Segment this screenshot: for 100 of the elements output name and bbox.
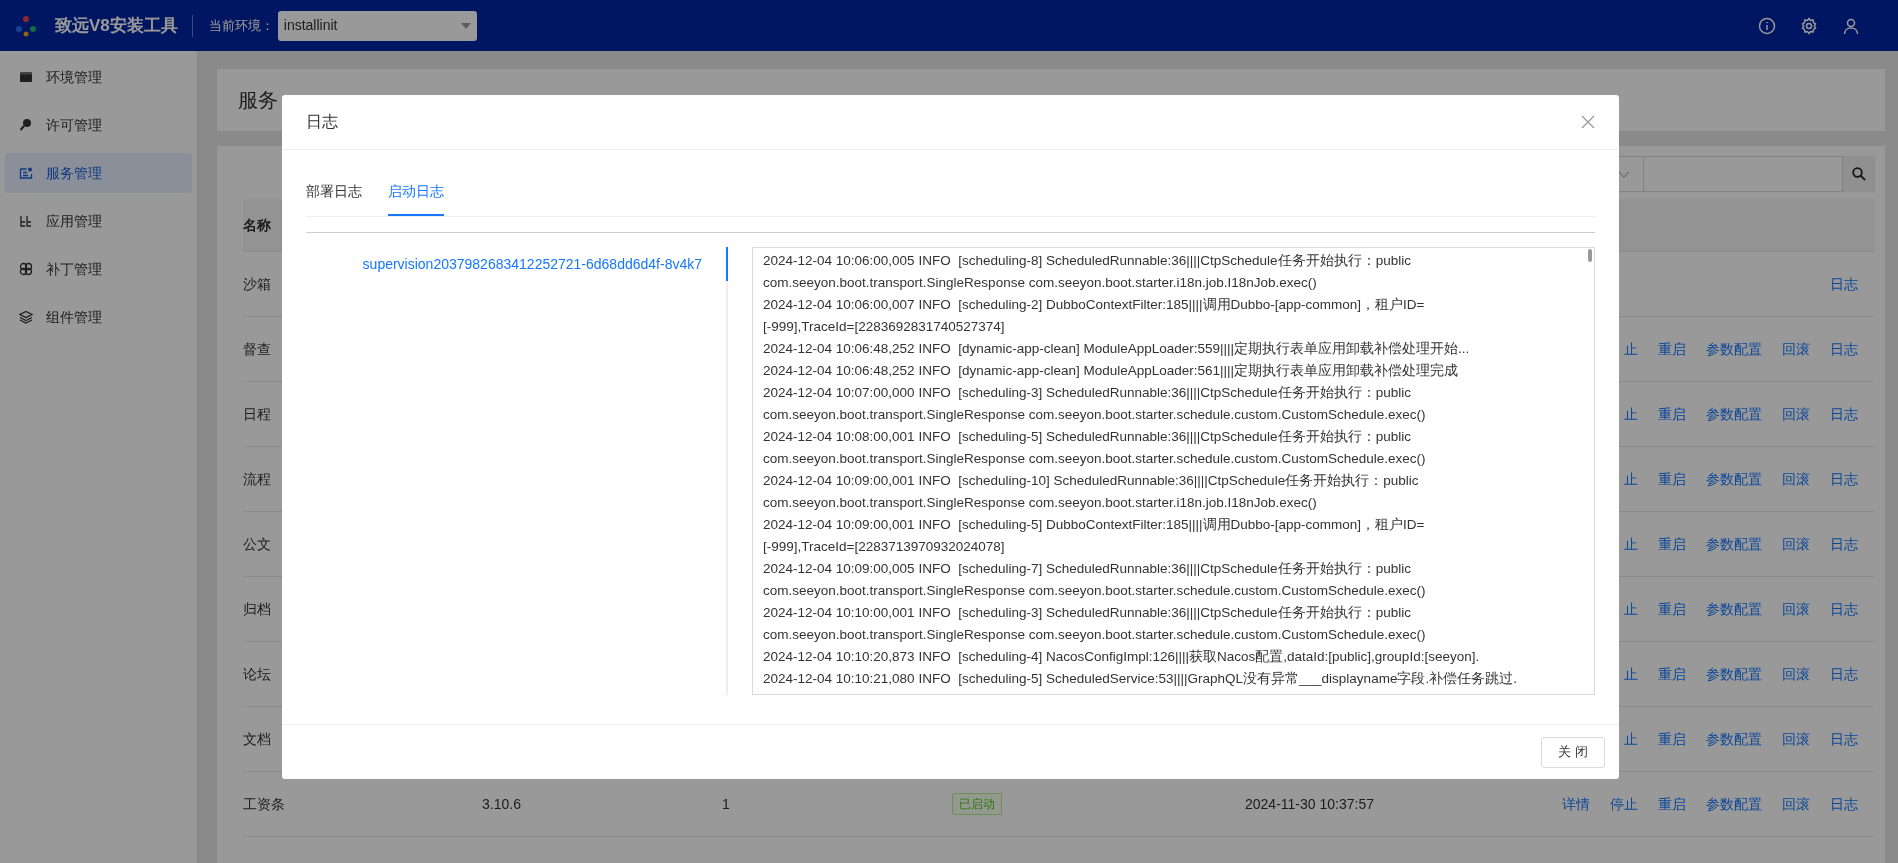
table-cell-text: 流程: [243, 469, 271, 489]
action-link[interactable]: 日志: [1830, 338, 1858, 360]
action-link[interactable]: 回滚: [1782, 338, 1810, 360]
action-link[interactable]: 日志: [1830, 793, 1858, 815]
action-link[interactable]: 参数配置: [1706, 468, 1762, 490]
log-line: [-999],TraceId=[2283713970932024078]: [763, 538, 1006, 556]
table-cell-text: 工资条: [243, 794, 285, 814]
action-link[interactable]: 重启: [1658, 403, 1686, 425]
close-icon[interactable]: [1581, 115, 1595, 129]
log-line: [-999],TraceId=[2283692831740527374]: [763, 318, 1006, 336]
log-line: 2024-12-04 10:09:00,005 INFO [scheduling-7] ScheduledRunnable:36||||CtpSchedule任务开始执行：public: [763, 560, 1412, 578]
action-link[interactable]: 止: [1624, 728, 1638, 750]
action-link[interactable]: 重启: [1658, 728, 1686, 750]
window-icon: [19, 70, 33, 84]
action-link[interactable]: 参数配置: [1706, 728, 1762, 750]
log-line: 2024-12-04 10:09:00,001 INFO [scheduling-10] ScheduledRunnable:36||||CtpSchedule任务开始执行：public: [763, 472, 1420, 490]
log-line: 2024-12-04 10:10:00,001 INFO [scheduling-3] ScheduledRunnable:36||||CtpSchedule任务开始执行：public: [763, 604, 1412, 622]
action-link[interactable]: 止: [1624, 338, 1638, 360]
sidebar-item[interactable]: 应用管理: [5, 201, 192, 241]
logo-icon: [14, 13, 38, 38]
action-link[interactable]: 回滚: [1782, 728, 1810, 750]
action-link[interactable]: 止: [1624, 533, 1638, 555]
action-link[interactable]: 回滚: [1782, 663, 1810, 685]
table-cell-text: 督查: [243, 339, 271, 359]
action-link[interactable]: 日志: [1830, 663, 1858, 685]
action-link[interactable]: 日志: [1830, 728, 1858, 750]
instance-tab[interactable]: supervision2037982683412252721-6d68dd6d4f-8v4k7: [306, 247, 728, 281]
log-line: com.seeyon.boot.transport.SingleResponse com.seeyon.boot.starter.i18n.job.I18nJob.exec(): [763, 494, 1318, 512]
tab[interactable]: 启动日志: [388, 181, 444, 216]
action-link[interactable]: 重启: [1658, 338, 1686, 360]
log-line: 2024-12-04 10:08:00,001 INFO [scheduling-5] ScheduledRunnable:36||||CtpSchedule任务开始执行：public: [763, 428, 1412, 446]
app-title: 致远V8安装工具: [55, 14, 178, 37]
table-cell-text: 1: [722, 794, 730, 814]
action-link[interactable]: 重启: [1658, 663, 1686, 685]
action-link[interactable]: 止: [1624, 403, 1638, 425]
log-line: 2024-12-04 10:07:00,000 INFO [scheduling-3] ScheduledRunnable:36||||CtpSchedule任务开始执行：public: [763, 384, 1412, 402]
action-link[interactable]: 停止: [1610, 793, 1638, 815]
columns-icon: [19, 214, 33, 228]
search-button[interactable]: [1843, 156, 1875, 192]
action-link[interactable]: 回滚: [1782, 468, 1810, 490]
action-link[interactable]: 止: [1624, 663, 1638, 685]
action-link[interactable]: 日志: [1830, 598, 1858, 620]
action-link[interactable]: 止: [1624, 468, 1638, 490]
table-cell-text: 3.10.6: [482, 794, 521, 814]
action-link[interactable]: 参数配置: [1706, 793, 1762, 815]
action-link[interactable]: 回滚: [1782, 403, 1810, 425]
action-link[interactable]: 日志: [1830, 273, 1858, 295]
action-link[interactable]: 参数配置: [1706, 598, 1762, 620]
table-cell-text: 日程: [243, 404, 271, 424]
action-link[interactable]: 重启: [1658, 598, 1686, 620]
sidebar-item[interactable]: 组件管理: [5, 297, 192, 337]
action-link[interactable]: 重启: [1658, 793, 1686, 815]
status-badge: 已启动: [952, 793, 1002, 815]
table-cell-text: 沙箱: [243, 274, 271, 294]
table-cell-text: 论坛: [243, 664, 271, 684]
action-link[interactable]: 重启: [1658, 533, 1686, 555]
close-button[interactable]: 关 闭: [1541, 736, 1605, 768]
log-line: 2024-12-04 10:06:00,007 INFO [scheduling-2] DubboContextFilter:185||||调用Dubbo-[app-common]，租户ID=: [763, 296, 1426, 314]
table-cell-text: 文档: [243, 729, 271, 749]
info-icon[interactable]: [1758, 16, 1776, 35]
action-link[interactable]: 参数配置: [1706, 338, 1762, 360]
scrollbar-thumb[interactable]: [1588, 249, 1592, 262]
environment-select[interactable]: installinit: [277, 10, 477, 41]
sidebar-item[interactable]: 服务管理: [5, 153, 192, 193]
layers-icon: [19, 310, 33, 324]
action-link[interactable]: 重启: [1658, 468, 1686, 490]
action-link[interactable]: 回滚: [1782, 533, 1810, 555]
env-label: 当前环境：: [208, 16, 274, 35]
column-header: 名称: [243, 215, 271, 235]
log-line: com.seeyon.boot.transport.SingleResponse com.seeyon.boot.starter.schedule.custom.CustomSchedule.exec(): [763, 406, 1427, 424]
log-line: com.seeyon.boot.transport.SingleResponse com.seeyon.boot.starter.i18n.job.I18nJob.exec(): [763, 274, 1318, 292]
table-cell-text: 2024-11-30 10:37:57: [1245, 794, 1374, 814]
sidebar-item[interactable]: 环境管理: [5, 57, 192, 97]
action-link[interactable]: 日志: [1830, 403, 1858, 425]
log-line: 2024-12-04 10:09:00,001 INFO [scheduling-5] DubboContextFilter:185||||调用Dubbo-[app-common]，租户ID=: [763, 516, 1426, 534]
action-link[interactable]: 回滚: [1782, 793, 1810, 815]
action-link[interactable]: 参数配置: [1706, 403, 1762, 425]
action-link[interactable]: 日志: [1830, 533, 1858, 555]
sidebar-item[interactable]: 补丁管理: [5, 249, 192, 289]
tab[interactable]: 部署日志: [306, 181, 362, 216]
action-link[interactable]: 回滚: [1782, 598, 1810, 620]
log-line: 2024-12-04 10:06:00,005 INFO [scheduling-8] ScheduledRunnable:36||||CtpSchedule任务开始执行：public: [763, 252, 1412, 270]
log-line: com.seeyon.boot.transport.SingleResponse com.seeyon.boot.starter.schedule.custom.CustomSchedule.exec(): [763, 582, 1427, 600]
action-link[interactable]: 参数配置: [1706, 533, 1762, 555]
action-link[interactable]: 日志: [1830, 468, 1858, 490]
table-cell-text: 归档: [243, 599, 271, 619]
settings-icon[interactable]: [1800, 16, 1818, 35]
sidebar-item[interactable]: 许可管理: [5, 105, 192, 145]
log-line: com.seeyon.boot.transport.SingleResponse com.seeyon.boot.starter.schedule.custom.CustomSchedule.exec(): [763, 626, 1427, 644]
action-link[interactable]: 止: [1624, 598, 1638, 620]
table-cell-text: 公文: [243, 534, 271, 554]
caret-icon: [460, 22, 471, 29]
action-link[interactable]: 详情: [1562, 793, 1590, 815]
log-line: 2024-12-04 10:06:48,252 INFO [dynamic-app-clean] ModuleAppLoader:559||||定期执行表单应用卸载补偿处理开始...: [763, 340, 1471, 358]
log-line: 2024-12-04 10:10:21,080 INFO [scheduling-5] ScheduledService:53||||GraphQL没有异常___displayname字段.补偿任务跳过.: [763, 670, 1518, 688]
dialog-title: 日志: [306, 112, 338, 132]
user-icon[interactable]: [1842, 16, 1860, 35]
page-title: 服务: [238, 88, 278, 113]
log-line: com.seeyon.boot.transport.SingleResponse com.seeyon.boot.starter.schedule.custom.CustomSchedule.exec(): [763, 450, 1427, 468]
action-link[interactable]: 参数配置: [1706, 663, 1762, 685]
